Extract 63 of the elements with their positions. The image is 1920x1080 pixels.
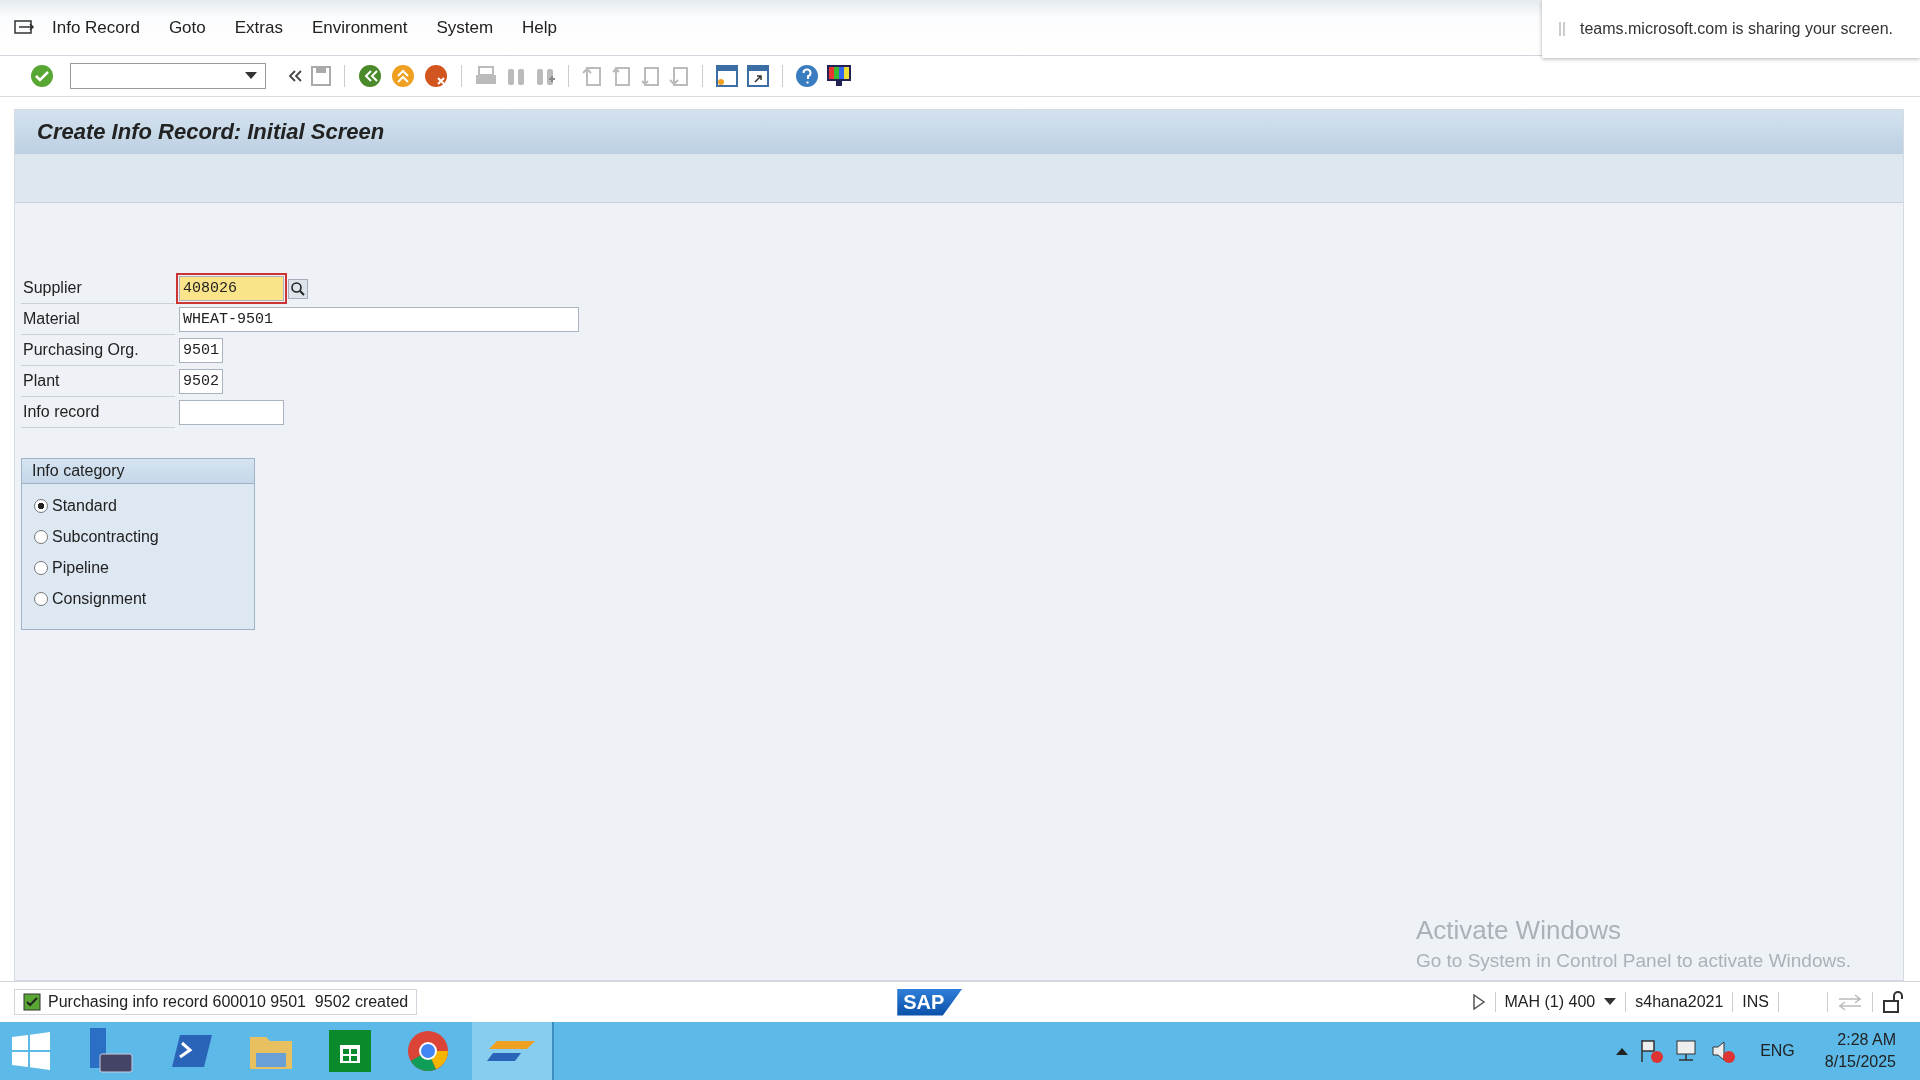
input-field[interactable]: 408026 [179,276,284,301]
enter-icon[interactable] [29,63,55,89]
server-name: s4hana2021 [1635,993,1724,1011]
start-icon[interactable] [10,1030,52,1072]
command-field[interactable] [70,63,266,89]
shortcut-icon[interactable] [746,64,770,88]
menu-item[interactable]: Extras [234,17,283,38]
sap-logon-icon [487,1039,537,1063]
field-label: Supplier [21,273,175,304]
radio-option[interactable]: Standard [34,490,254,521]
search-icon[interactable] [288,278,308,299]
radio-option[interactable]: Pipeline [34,552,254,583]
store-icon[interactable] [328,1029,372,1073]
menu-item[interactable]: System [436,17,494,38]
input-field[interactable]: WHEAT-9501 [179,307,579,332]
cancel-icon[interactable] [423,63,449,89]
group-title: Info category [22,459,254,484]
help-icon[interactable] [795,64,819,88]
language-indicator[interactable]: ENG [1760,1042,1795,1060]
radio-button[interactable] [34,560,48,575]
radio-button[interactable] [34,529,48,544]
menu-item[interactable]: Help [522,17,558,38]
field-label: Plant [21,366,175,397]
double-chevron-icon[interactable] [287,68,303,84]
notification-text: teams.microsoft.com is sharing your screen. [1580,20,1893,38]
caret-icon[interactable] [245,72,257,80]
sap-logon-taskbar-button[interactable] [472,1022,554,1080]
session-info[interactable]: MAH (1) 400 [1504,993,1596,1011]
drag-handle-icon [1558,21,1566,37]
radio-button[interactable] [34,591,48,606]
connection-icon [1837,993,1863,1011]
flag-icon[interactable] [1638,1038,1665,1064]
success-icon [23,993,41,1011]
save-icon[interactable] [310,65,332,87]
radio-option[interactable]: Subcontracting [34,521,254,552]
screen-title: Create Info Record: Initial Screen [37,119,385,145]
clock[interactable]: 2:28 AM 8/15/2025 [1824,1029,1896,1073]
input-mode: INS [1742,993,1769,1011]
field-label: Material [21,304,175,335]
menu-item[interactable]: Environment [311,17,408,38]
menu-icon[interactable] [14,18,36,37]
sap-logo: SAP [897,988,963,1016]
chevron-up-icon[interactable] [1616,1047,1629,1055]
speaker-icon[interactable] [1710,1038,1737,1064]
field-label: Purchasing Org. [21,335,175,366]
caret-icon[interactable] [1604,998,1617,1006]
monitor-icon[interactable] [826,64,852,88]
menu-item[interactable]: Info Record [52,17,140,38]
input-field[interactable] [179,400,284,425]
radio-button[interactable] [34,498,48,513]
chrome-icon[interactable] [406,1029,450,1073]
status-message: Purchasing info record 600010 9501 9502 created [14,989,418,1015]
field-label: Info record [21,397,175,428]
play-icon[interactable] [1471,994,1486,1010]
radio-option[interactable]: Consignment [34,583,254,614]
new-window-icon[interactable] [715,64,739,88]
activation-text: Go to System in Control Panel to activate Windows. [1415,950,1851,972]
input-field[interactable]: 9501 [179,338,223,363]
back-icon[interactable] [357,63,383,89]
lock-icon[interactable] [1882,990,1906,1014]
menu-item[interactable]: Goto [168,17,206,38]
input-field[interactable]: 9502 [179,369,223,394]
activation-title: Activate Windows [1415,915,1623,946]
